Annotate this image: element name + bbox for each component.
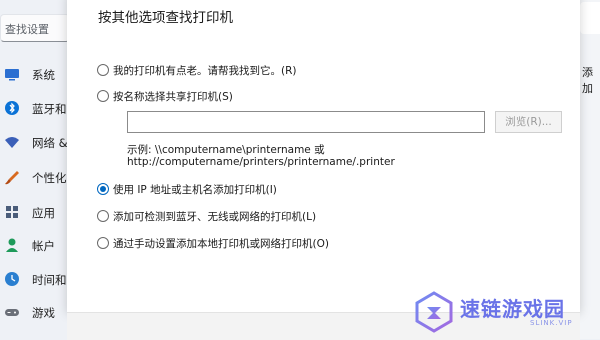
sidebar-item-label: 个性化 — [32, 171, 67, 185]
radio-button[interactable] — [97, 90, 109, 102]
option-label: 按名称选择共享打印机(S) — [113, 91, 233, 103]
radio-button-selected[interactable] — [97, 183, 109, 195]
option-label: 使用 IP 地址或主机名添加打印机(I) — [113, 184, 277, 196]
example-text-line1: 示例: \\computername\printername 或 — [127, 144, 325, 156]
sidebar-item-label: 网络 & — [32, 136, 68, 150]
sidebar-item-label: 帐户 — [32, 239, 55, 253]
add-device-link[interactable]: 添加 — [582, 64, 600, 96]
shared-printer-name-field[interactable] — [127, 111, 485, 133]
apps-icon — [6, 206, 18, 218]
radio-button[interactable] — [97, 210, 109, 222]
wifi-icon — [5, 137, 19, 148]
watermark-logo-icon — [415, 291, 453, 333]
watermark-title: 速链游戏园 — [460, 297, 565, 321]
account-icon — [6, 238, 18, 252]
brush-icon — [5, 171, 19, 185]
watermark-subtitle: SLINK.VIP — [530, 319, 573, 327]
example-text-line2: http://computername/printers/printername… — [127, 156, 395, 168]
search-placeholder: 查找设置 — [5, 23, 49, 36]
gamepad-icon — [5, 309, 19, 316]
option-label: 我的打印机有点老。请帮我找到它。(R) — [113, 65, 297, 77]
sidebar-item-label: 系统 — [32, 68, 55, 82]
browse-button[interactable]: 浏览(R)... — [495, 111, 562, 133]
sidebar-item-label: 应用 — [32, 206, 55, 220]
sidebar-item-label: 时间和 — [32, 273, 67, 287]
settings-content-edge — [580, 0, 600, 339]
option-label: 添加可检测到蓝牙、无线或网络的打印机(L) — [113, 211, 317, 223]
sidebar-item-label: 蓝牙和 — [32, 102, 67, 116]
radio-button[interactable] — [97, 64, 109, 76]
bluetooth-icon — [5, 101, 19, 115]
dialog-title: 按其他选项查找打印机 — [98, 10, 233, 26]
sidebar-item-label: 游戏 — [32, 306, 55, 320]
radio-button[interactable] — [97, 237, 109, 249]
monitor-icon — [5, 69, 19, 81]
search-input[interactable]: 查找设置 — [0, 14, 70, 42]
settings-top-panel — [580, 2, 600, 34]
clock-globe-icon — [5, 272, 19, 286]
option-label: 通过手动设置添加本地打印机或网络打印机(O) — [113, 238, 329, 250]
